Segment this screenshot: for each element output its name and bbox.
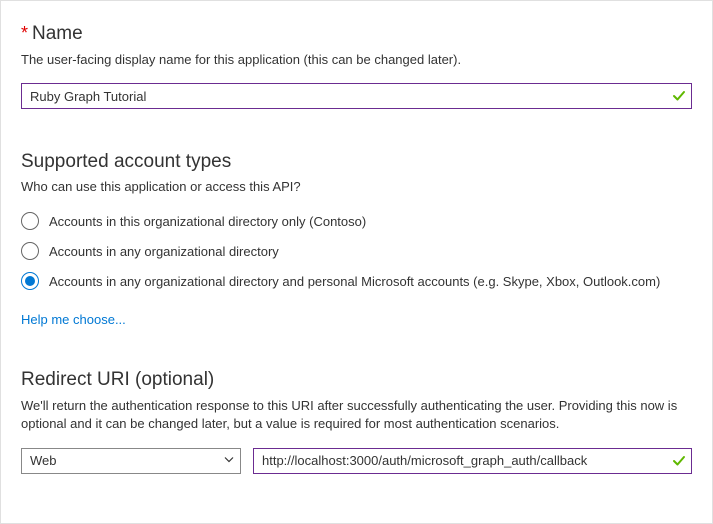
redirect-uri-heading: Redirect URI (optional) <box>21 369 692 391</box>
name-heading: Name <box>32 23 83 45</box>
account-types-radio-group: Accounts in this organizational director… <box>21 212 692 290</box>
redirect-uri-description: We'll return the authentication response… <box>21 397 692 433</box>
help-me-choose-link[interactable]: Help me choose... <box>21 312 126 327</box>
name-description: The user-facing display name for this ap… <box>21 51 692 69</box>
redirect-uri-section: Redirect URI (optional) We'll return the… <box>21 369 692 473</box>
redirect-uri-row: Web <box>21 448 692 474</box>
redirect-type-select-wrapper: Web <box>21 448 241 474</box>
name-input[interactable] <box>21 83 692 109</box>
redirect-uri-input-wrapper <box>253 448 692 474</box>
redirect-uri-input[interactable] <box>253 448 692 474</box>
account-types-heading: Supported account types <box>21 151 692 173</box>
redirect-type-value: Web <box>30 453 57 468</box>
radio-icon <box>21 272 39 290</box>
radio-icon <box>21 212 39 230</box>
radio-label: Accounts in any organizational directory… <box>49 274 660 289</box>
account-types-section: Supported account types Who can use this… <box>21 151 692 327</box>
radio-option-any-org-personal[interactable]: Accounts in any organizational directory… <box>21 272 692 290</box>
radio-label: Accounts in this organizational director… <box>49 214 366 229</box>
radio-option-org-only[interactable]: Accounts in this organizational director… <box>21 212 692 230</box>
redirect-type-select[interactable]: Web <box>21 448 241 474</box>
radio-option-any-org[interactable]: Accounts in any organizational directory <box>21 242 692 260</box>
name-input-wrapper <box>21 83 692 109</box>
radio-label: Accounts in any organizational directory <box>49 244 279 259</box>
required-asterisk: * <box>21 23 28 44</box>
account-types-question: Who can use this application or access t… <box>21 179 692 194</box>
name-section: * Name The user-facing display name for … <box>21 23 692 109</box>
radio-icon <box>21 242 39 260</box>
